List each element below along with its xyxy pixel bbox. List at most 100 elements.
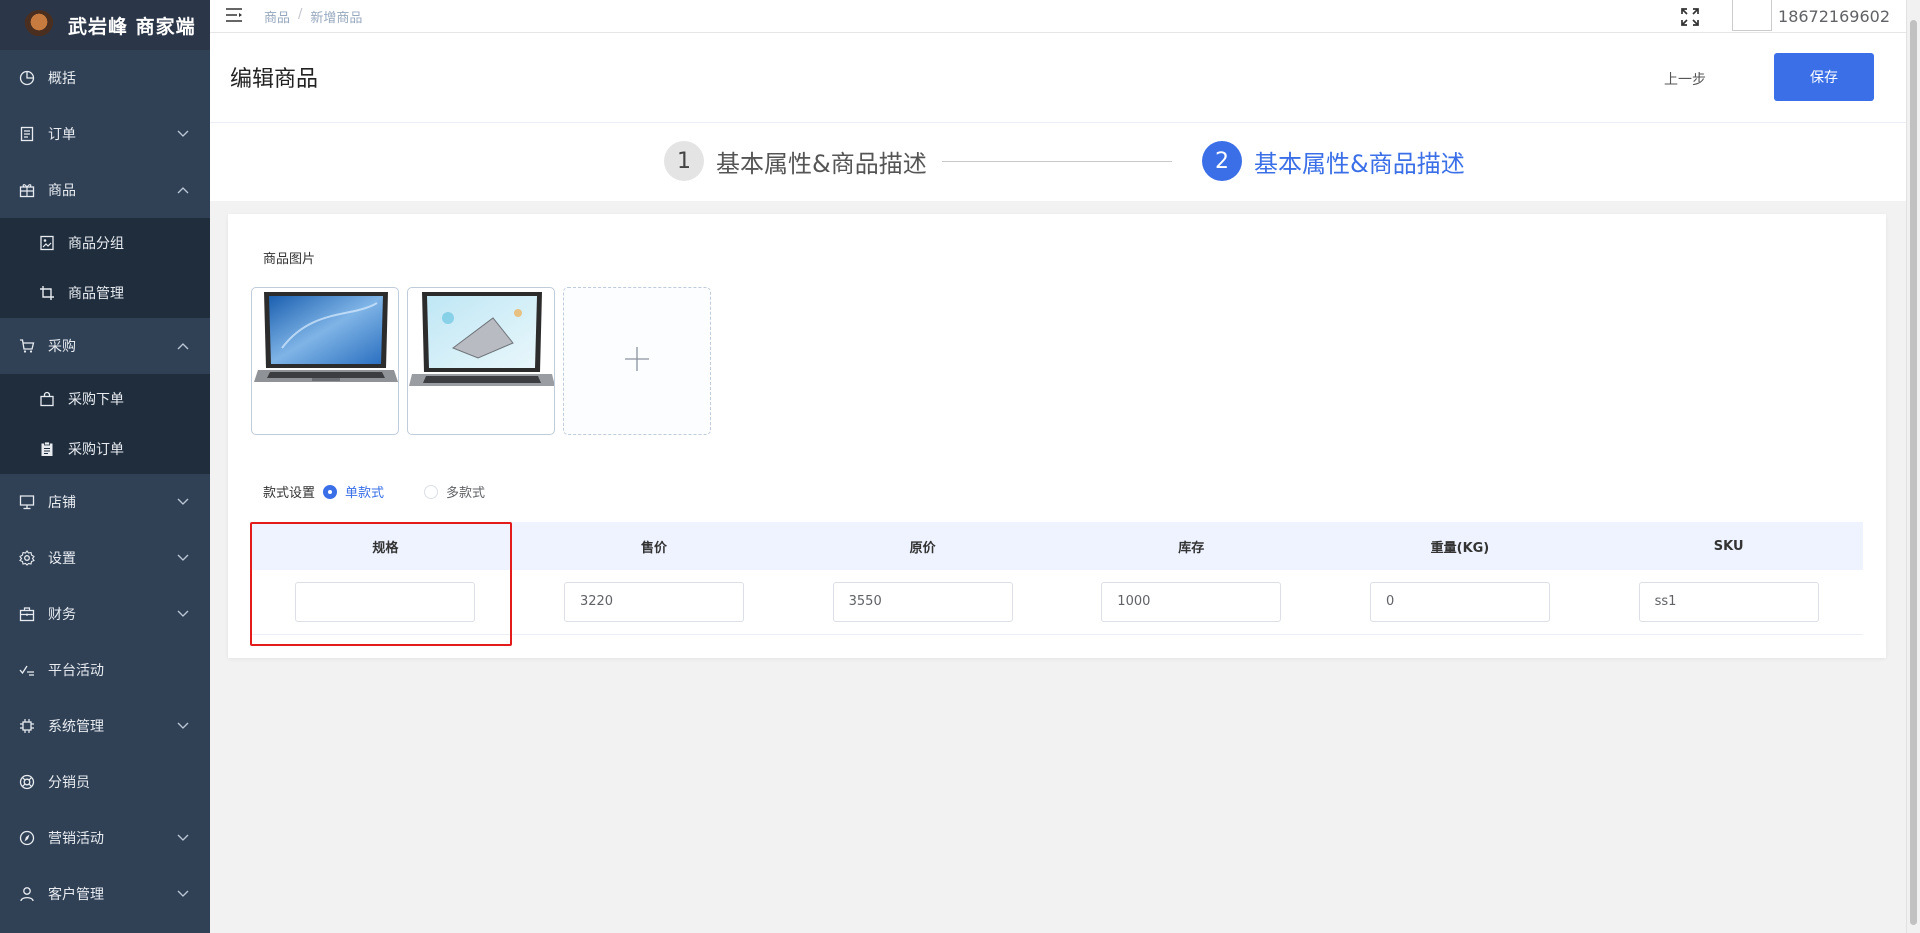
sidebar-item-distributor[interactable]: 分销员 xyxy=(0,754,210,810)
pie-chart-icon xyxy=(18,69,36,87)
chevron-up-icon xyxy=(176,339,190,353)
sidebar-item-label: 商品管理 xyxy=(68,286,124,302)
sidebar-item-purchase-order[interactable]: 采购下单 xyxy=(0,374,210,424)
radio-label: 多款式 xyxy=(446,486,486,501)
sidebar-menu: 概括 订单 商品 商品分组 商品管理 采购 采购下单 采购订单 店铺 设置 财务… xyxy=(0,50,210,922)
sidebar-item-marketing[interactable]: 营销活动 xyxy=(0,810,210,866)
sidebar-item-label: 财务 xyxy=(48,607,76,623)
spec-table: 规格 售价 原价 库存 重量(KG) SKU xyxy=(251,522,1863,635)
sidebar-item-customers[interactable]: 客户管理 xyxy=(0,866,210,922)
step-1: 1 基本属性&商品描述 xyxy=(664,141,927,181)
chevron-down-icon xyxy=(176,607,190,621)
brand-title: 武岩峰 商家端 xyxy=(68,15,196,38)
table-row xyxy=(251,570,1863,635)
col-header-sku: SKU xyxy=(1594,522,1863,570)
original-price-input[interactable] xyxy=(832,581,1013,622)
chevron-down-icon xyxy=(176,127,190,141)
sidebar-item-settings[interactable]: 设置 xyxy=(0,530,210,586)
lifebuoy-icon xyxy=(18,773,36,791)
sidebar-item-label: 客户管理 xyxy=(48,887,104,903)
radio-label: 单款式 xyxy=(345,486,385,501)
sku-input[interactable] xyxy=(1638,581,1819,622)
goods-icon xyxy=(18,181,36,199)
style-setting-label: 款式设置 xyxy=(263,486,316,501)
step-number: 2 xyxy=(1202,141,1242,181)
page-scrollbar[interactable] xyxy=(1906,0,1920,933)
breadcrumb-separator: / xyxy=(298,6,303,22)
sidebar-item-finance[interactable]: 财务 xyxy=(0,586,210,642)
scrollbar-thumb[interactable] xyxy=(1910,20,1917,925)
chip-icon xyxy=(18,717,36,735)
sidebar-item-shop[interactable]: 店铺 xyxy=(0,474,210,530)
price-input[interactable] xyxy=(563,581,744,622)
brand: 武岩峰 商家端 xyxy=(0,0,210,50)
menu-toggle-icon[interactable] xyxy=(226,8,246,24)
sidebar: 武岩峰 商家端 概括 订单 商品 商品分组 商品管理 采购 采购下单 采购订单 … xyxy=(0,0,210,933)
sidebar-item-label: 商品分组 xyxy=(68,236,124,252)
chevron-down-icon xyxy=(176,887,190,901)
sidebar-item-orders[interactable]: 订单 xyxy=(0,106,210,162)
table-cell xyxy=(251,570,520,635)
sidebar-item-goods-manage[interactable]: 商品管理 xyxy=(0,268,210,318)
crop-icon xyxy=(38,284,56,302)
steps: 1 基本属性&商品描述 2 基本属性&商品描述 xyxy=(210,123,1906,201)
stock-input[interactable] xyxy=(1101,581,1282,622)
table-cell xyxy=(1325,570,1595,635)
prev-step-button[interactable]: 上一步 xyxy=(1664,69,1706,89)
sidebar-item-goods[interactable]: 商品 xyxy=(0,162,210,218)
weight-input[interactable] xyxy=(1369,581,1550,622)
goods-image-thumb[interactable] xyxy=(251,287,399,435)
sidebar-item-label: 平台活动 xyxy=(48,663,104,679)
sidebar-item-label: 分销员 xyxy=(48,775,90,791)
sidebar-item-label: 营销活动 xyxy=(48,831,104,847)
save-button[interactable]: 保存 xyxy=(1774,53,1874,101)
breadcrumb-item-goods[interactable]: 商品 xyxy=(264,7,290,26)
sidebar-item-overview[interactable]: 概括 xyxy=(0,50,210,106)
page-title: 编辑商品 xyxy=(230,67,319,92)
chevron-down-icon xyxy=(176,719,190,733)
breadcrumb-item-new-goods: 新增商品 xyxy=(310,10,363,26)
laptop-image-1 xyxy=(254,292,398,382)
sidebar-item-purchase[interactable]: 采购 xyxy=(0,318,210,374)
table-cell xyxy=(1056,570,1326,635)
cart-icon xyxy=(18,337,36,355)
submenu-goods: 商品分组 商品管理 xyxy=(0,218,210,318)
sidebar-item-platform-activity[interactable]: 平台活动 xyxy=(0,642,210,698)
radio-dot[interactable] xyxy=(424,484,439,499)
step-number: 1 xyxy=(664,141,704,181)
order-icon xyxy=(18,125,36,143)
sidebar-item-label: 店铺 xyxy=(48,495,76,511)
user-icon xyxy=(18,885,36,903)
shop-icon xyxy=(18,493,36,511)
step-2: 2 基本属性&商品描述 xyxy=(1202,141,1465,181)
sidebar-item-label: 设置 xyxy=(48,551,76,567)
radio-dot[interactable] xyxy=(323,484,338,499)
chevron-down-icon xyxy=(176,831,190,845)
username[interactable]: 18672169602 xyxy=(1778,7,1890,26)
col-header-stock: 库存 xyxy=(1056,522,1326,570)
col-header-original-price: 原价 xyxy=(788,522,1057,570)
check-list-icon xyxy=(18,661,36,679)
sidebar-item-label: 概括 xyxy=(48,71,76,87)
fullscreen-icon[interactable] xyxy=(1680,7,1700,27)
radio-single-style[interactable]: 单款式 xyxy=(323,482,384,501)
sidebar-item-label: 商品 xyxy=(48,183,76,199)
col-header-weight: 重量(KG) xyxy=(1325,522,1595,570)
sidebar-item-system[interactable]: 系统管理 xyxy=(0,698,210,754)
bag-icon xyxy=(38,390,56,408)
topbar-right: 18672169602 xyxy=(1680,0,1906,33)
compass-icon xyxy=(18,829,36,847)
sidebar-item-goods-group[interactable]: 商品分组 xyxy=(0,218,210,268)
table-cell xyxy=(788,570,1057,635)
avatar[interactable] xyxy=(1732,0,1773,31)
radio-multi-style[interactable]: 多款式 xyxy=(424,482,485,501)
sidebar-item-label: 系统管理 xyxy=(48,719,104,735)
goods-image-thumb[interactable] xyxy=(407,287,555,435)
table-cell xyxy=(1594,570,1863,635)
sidebar-item-purchase-orders[interactable]: 采购订单 xyxy=(0,424,210,474)
image-upload-button[interactable] xyxy=(563,287,711,435)
spec-input[interactable] xyxy=(295,581,476,622)
step-label: 基本属性&商品描述 xyxy=(716,149,927,178)
clipboard-icon xyxy=(38,440,56,458)
chevron-down-icon xyxy=(176,495,190,509)
